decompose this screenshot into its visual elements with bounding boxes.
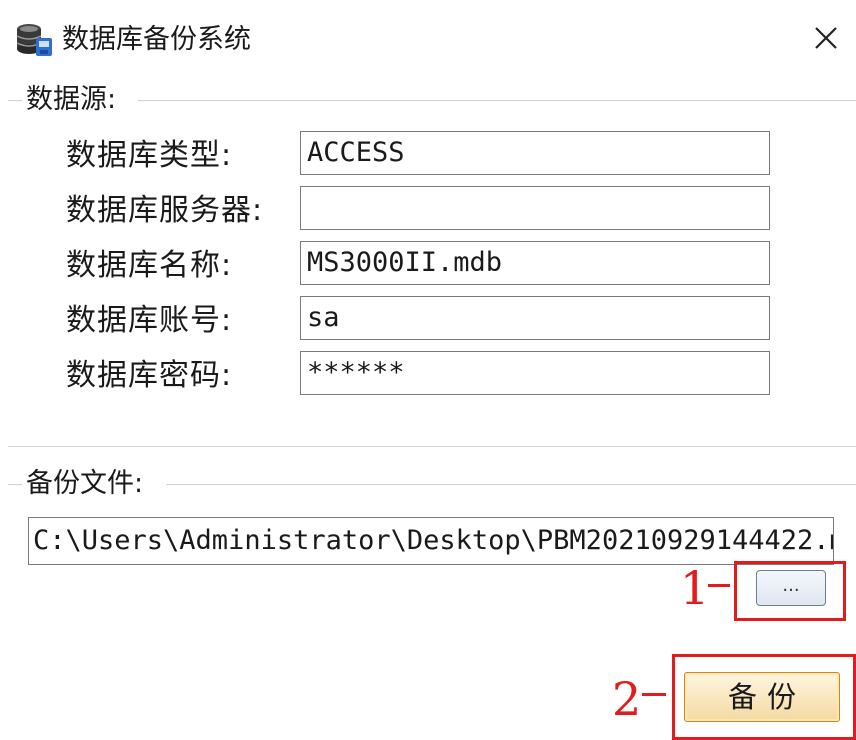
highlight-box-1 [734,561,846,621]
db-name-label: 数据库名称: [66,248,233,283]
close-button[interactable] [796,8,856,68]
db-password-label: 数据库密码: [66,358,233,393]
close-icon [815,27,837,49]
annotation-number-2: 2 [612,672,642,726]
window-title: 数据库备份系统 [62,24,251,55]
backup-file-group-label: 备份文件: [22,467,148,501]
group-border [138,100,856,101]
database-icon [16,24,52,56]
annotation-dash-2 [642,693,666,696]
db-account-field[interactable]: sa [300,296,770,340]
db-account-label: 数据库账号: [66,303,233,338]
backup-dialog: 数据库备份系统 数据源: 数据库类型: ACCESS 数据库服务器: 数据库名称… [0,0,856,740]
annotation-number-1: 1 [680,561,710,615]
db-name-field[interactable]: MS3000II.mdb [300,241,770,285]
db-server-field[interactable] [300,186,770,230]
group-border [166,484,856,485]
section-divider [8,446,856,447]
db-server-label: 数据库服务器: [66,193,264,228]
datasource-group-label: 数据源: [22,83,121,117]
backup-path-field[interactable]: C:\Users\Administrator\Desktop\PBM202109… [28,517,834,565]
group-border [8,100,22,101]
annotation-dash-1 [708,584,730,587]
db-password-field[interactable]: ****** [300,351,770,395]
db-type-field[interactable]: ACCESS [300,131,770,175]
group-border [8,484,22,485]
highlight-box-2 [672,654,856,740]
dialog-body: 数据源: 数据库类型: ACCESS 数据库服务器: 数据库名称: MS3000… [8,76,856,740]
db-type-label: 数据库类型: [66,138,233,173]
title-bar: 数据库备份系统 [0,0,856,76]
